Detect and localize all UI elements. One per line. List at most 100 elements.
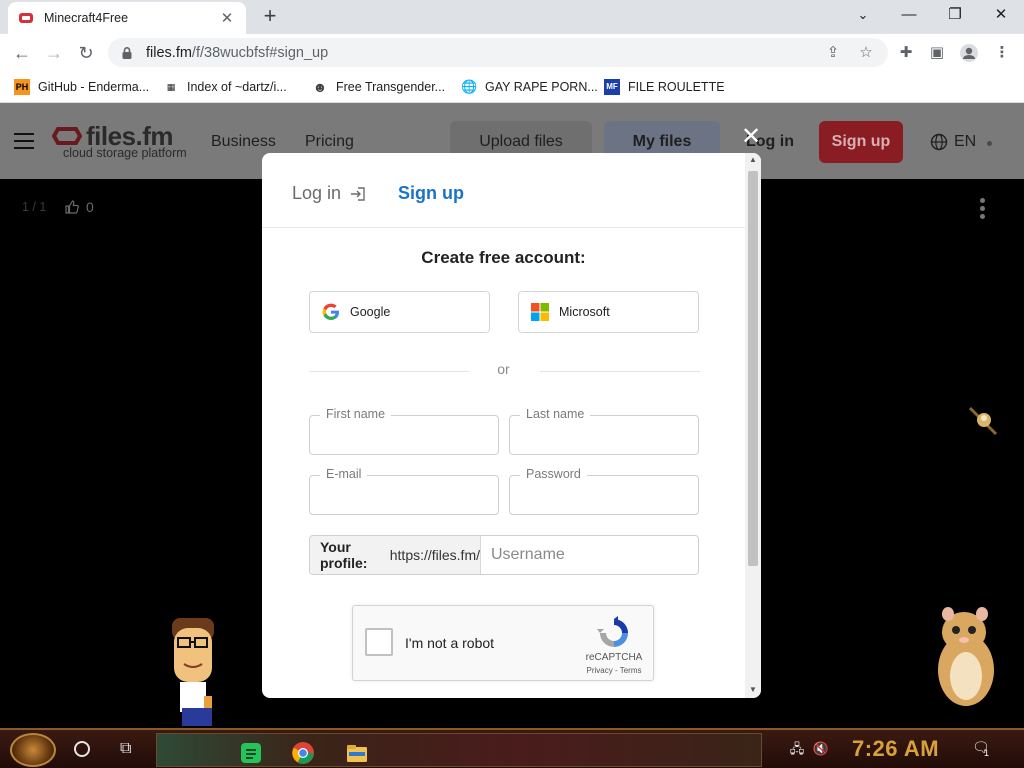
tab-login[interactable]: Log in [292,183,367,204]
password-field[interactable]: Password [509,467,699,515]
notes-app-icon[interactable] [239,741,263,765]
microsoft-signup-button[interactable]: Microsoft [518,291,699,333]
tab-login-label: Log in [292,183,342,203]
first-name-label: First name [320,407,392,421]
volume-muted-icon[interactable]: 🔇 [812,741,830,757]
likes-widget[interactable]: 0 [64,199,94,215]
recaptcha-checkbox[interactable] [365,628,393,656]
scrollbar-thumb[interactable] [748,171,758,566]
profile-base-url: https://files.fm/ [389,547,480,563]
language-selector[interactable]: EN [930,133,976,151]
hamburger-menu-icon[interactable] [14,133,34,149]
extensions-puzzle-icon[interactable]: ✚ [893,40,919,66]
network-icon[interactable]: 🖧 [788,741,806,757]
cartoon-man-sticker [172,618,214,726]
dancing-hamster-sticker [938,607,994,706]
cortana-search-icon[interactable] [74,741,90,757]
browser-tab-active[interactable]: Minecraft4Free ✕ [8,2,246,34]
nav-pricing-link[interactable]: Pricing [305,133,354,151]
url-text: files.fm/f/38wucbfsf#sign_up [146,44,329,61]
recaptcha-privacy-terms-links[interactable]: Privacy - Terms [571,666,657,675]
file-explorer-icon[interactable] [345,741,369,765]
signup-modal: Log in Sign up Create free account: Goog… [262,153,761,698]
header-signup-button[interactable]: Sign up [819,121,903,163]
globe-favicon-icon: 🌐 [461,79,478,94]
username-input[interactable] [481,536,698,574]
tab-title: Minecraft4Free [44,11,129,25]
browser-tab-strip: Minecraft4Free ✕ + ⌄ — ❐ ✕ [0,0,1024,34]
globe-icon [930,133,948,151]
chrome-app-icon[interactable] [291,741,315,765]
share-icon[interactable]: ⇪ [822,42,844,64]
restore-window-button[interactable]: ❐ [932,4,978,28]
email-input[interactable] [310,476,498,514]
login-arrow-icon [351,186,365,201]
thumbs-up-icon [65,200,79,214]
minimize-window-button[interactable]: — [886,4,932,28]
browser-toolbar: ← → ↻ files.fm/f/38wucbfsf#sign_up ⇪ ☆ ✚… [0,34,1024,71]
scroll-up-arrow-icon[interactable]: ▲ [749,155,757,164]
nav-business-link[interactable]: Business [211,133,276,151]
modal-scrollbar[interactable]: ▲ ▼ [745,153,761,698]
bookmark-item[interactable]: PH GitHub - Enderma... [14,77,149,97]
auth-tabs: Log in Sign up [262,153,745,228]
scroll-down-arrow-icon[interactable]: ▼ [749,685,757,694]
recaptcha-brand: reCAPTCHA [585,652,643,663]
recaptcha-logo-icon [597,616,628,647]
forward-arrow-icon[interactable]: → [41,40,67,66]
recaptcha-label: I'm not a robot [405,635,495,651]
first-name-field[interactable]: First name [309,407,499,455]
reload-icon[interactable]: ↻ [73,40,99,66]
bookmark-item[interactable]: MF FILE ROULETTE [604,77,725,97]
google-icon [322,303,339,320]
recaptcha-widget: I'm not a robot reCAPTCHA Privacy - Term… [352,605,654,681]
create-account-title: Create free account: [421,248,586,267]
bookmark-star-icon[interactable]: ☆ [855,42,877,64]
profile-avatar-icon[interactable] [956,40,982,66]
or-divider-text: or [497,361,510,377]
last-name-label: Last name [520,407,591,421]
language-label: EN [954,133,977,150]
bookmark-label: Free Transgender... [336,80,446,94]
files-fm-logo-icon [52,127,82,145]
viewer-more-options-icon[interactable] [980,198,988,220]
windows-taskbar: ⧉ 🖧 🔇 7:26 AM 🗨 1 [0,728,1024,768]
file-roulette-favicon-icon: MF [604,79,620,95]
taskbar-clock[interactable]: 7:26 AM [852,736,939,762]
taskbar-app-tray [156,733,762,767]
tab-search-chevron-icon[interactable]: ⌄ [840,4,886,28]
bookmark-label: GAY RAPE PORN... [485,80,598,94]
back-arrow-icon[interactable]: ← [9,40,35,66]
google-label: Google [350,305,391,319]
index-favicon-icon: ▦ [166,82,176,92]
tab-close-icon[interactable]: ✕ [218,9,236,27]
last-name-input[interactable] [510,416,698,454]
minecraft-favicon-icon [19,13,33,23]
modal-close-icon[interactable]: ✕ [740,125,762,149]
divider-right [540,371,700,372]
bookmark-label: FILE ROULETTE [628,80,725,94]
side-panel-icon[interactable]: ▣ [924,40,950,66]
task-view-icon[interactable]: ⧉ [120,740,140,758]
last-name-field[interactable]: Last name [509,407,699,455]
tab-signup[interactable]: Sign up [398,183,464,204]
profile-label: Your profile: [320,539,368,571]
password-input[interactable] [510,476,698,514]
google-signup-button[interactable]: Google [309,291,490,333]
microsoft-label: Microsoft [559,305,610,319]
bookmark-item[interactable]: 🌐 GAY RAPE PORN... [461,77,598,97]
profile-url-field: Your profile: https://files.fm/ [309,535,699,575]
close-window-button[interactable]: ✕ [978,4,1024,28]
address-bar[interactable]: files.fm/f/38wucbfsf#sign_up [108,38,888,67]
first-name-input[interactable] [310,416,498,454]
new-tab-button[interactable]: + [258,5,282,29]
email-label: E-mail [320,467,368,481]
email-field[interactable]: E-mail [309,467,499,515]
lock-icon [122,46,132,59]
start-button[interactable] [10,733,56,767]
bookmark-item[interactable]: ☻ Free Transgender... [312,77,445,97]
chrome-menu-kebab-icon[interactable]: ⋮ [989,40,1015,66]
bookmark-item[interactable]: ▦ Index of ~dartz/i... [163,77,287,97]
site-logo-tagline: cloud storage platform [63,146,187,160]
notification-center-icon[interactable]: 🗨 1 [972,739,992,759]
